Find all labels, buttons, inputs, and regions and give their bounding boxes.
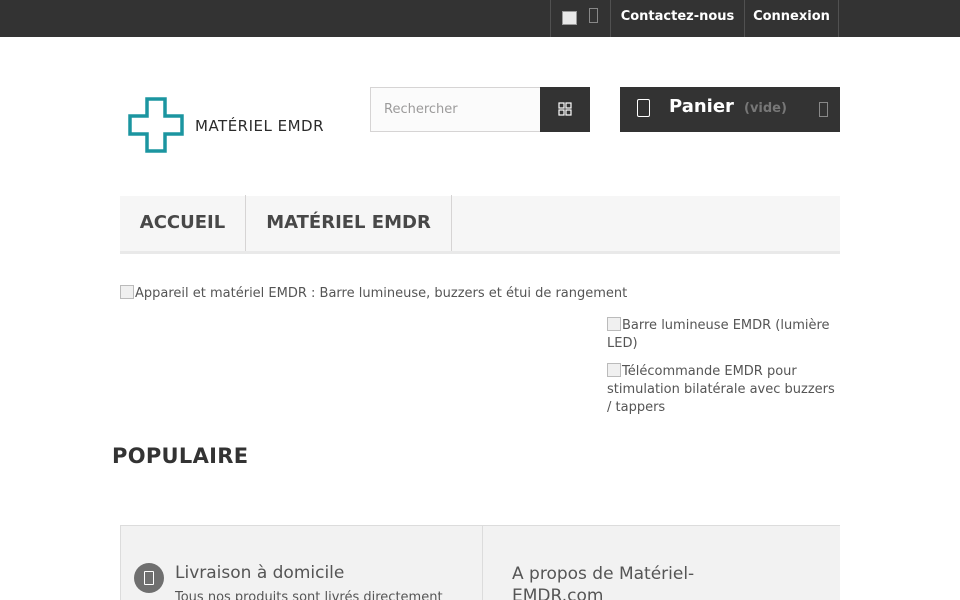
side-banner-alt: Barre lumineuse EMDR (lumière LED) — [607, 318, 830, 351]
main-banner-alt: Appareil et matériel EMDR : Barre lumine… — [135, 286, 628, 301]
menu-item-emdr-equipment[interactable]: MATÉRIEL EMDR — [246, 195, 452, 251]
cart-button[interactable]: Panier (vide) — [620, 87, 840, 132]
side-banner-alt: Télécommande EMDR pour stimulation bilat… — [607, 364, 835, 415]
medical-cross-icon — [128, 97, 184, 153]
info-blocks: Livraison à domicile Tous nos produits s… — [120, 525, 840, 600]
chevron-down-icon — [819, 102, 828, 117]
logo-text: MATÉRIEL EMDR — [195, 117, 325, 135]
about-title: A propos de Matériel-EMDR.com — [512, 564, 695, 600]
language-selector[interactable] — [550, 0, 611, 37]
divider — [482, 526, 483, 600]
broken-image-icon — [607, 363, 621, 377]
site-logo[interactable]: MATÉRIEL EMDR — [128, 97, 338, 155]
side-banner-light-bar[interactable]: Barre lumineuse EMDR (lumière LED) — [607, 317, 842, 353]
search-input[interactable] — [370, 87, 541, 132]
login-link[interactable]: Connexion — [745, 0, 839, 37]
menu-item-home[interactable]: ACCUEIL — [120, 195, 246, 251]
broken-image-icon — [120, 285, 134, 299]
cart-label: Panier — [669, 96, 734, 117]
delivery-text: Tous nos produits sont livrés directemen… — [175, 590, 443, 600]
top-bar: Contactez-nous Connexion — [0, 0, 960, 37]
delivery-title: Livraison à domicile — [175, 563, 345, 583]
section-title-popular[interactable]: POPULAIRE — [112, 444, 248, 468]
broken-image-icon — [607, 317, 621, 331]
chevron-down-icon — [589, 8, 598, 23]
search-icon — [558, 102, 572, 116]
search-button[interactable] — [540, 87, 590, 132]
contact-link[interactable]: Contactez-nous — [611, 0, 745, 37]
cart-status: (vide) — [744, 101, 787, 116]
main-menu: ACCUEIL MATÉRIEL EMDR — [120, 195, 840, 254]
side-banner-remote[interactable]: Télécommande EMDR pour stimulation bilat… — [607, 363, 842, 417]
flag-icon — [562, 11, 577, 25]
search-bar — [370, 87, 590, 132]
delivery-icon — [134, 563, 164, 593]
shopping-bag-icon — [637, 99, 650, 117]
main-banner-image[interactable]: Appareil et matériel EMDR : Barre lumine… — [120, 285, 627, 301]
